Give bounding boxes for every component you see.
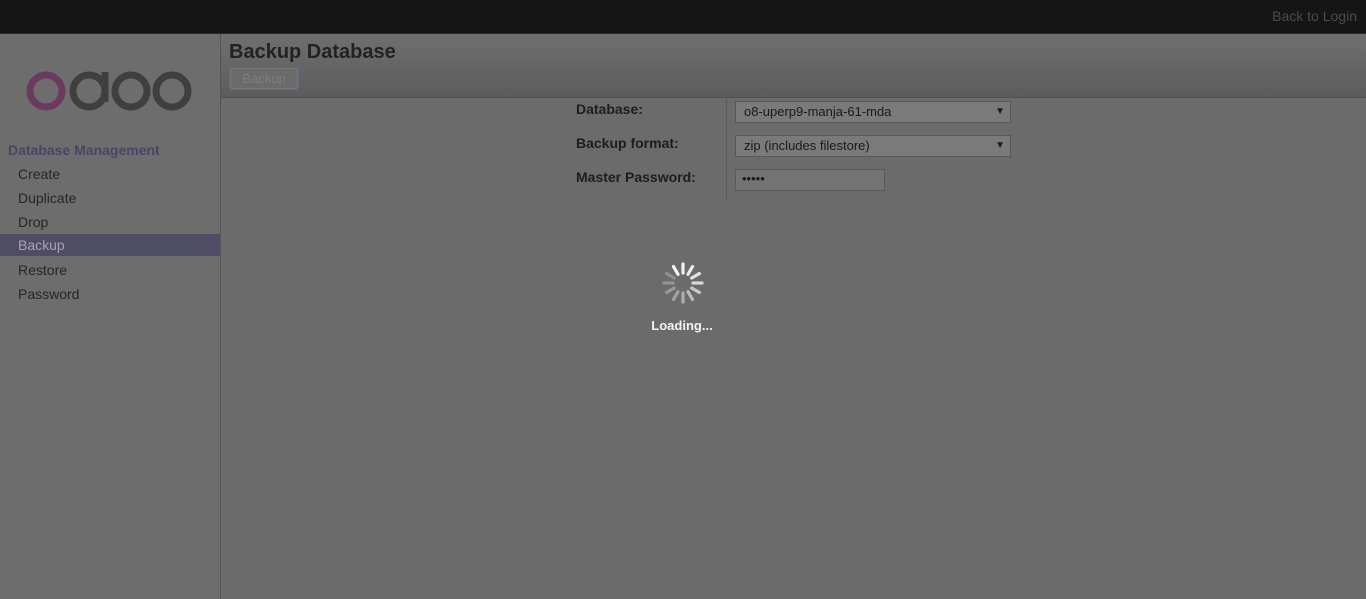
- form-divider: [726, 98, 727, 200]
- backup-format-value: zip (includes filestore): [744, 138, 870, 153]
- sidebar-item-duplicate[interactable]: Duplicate: [0, 187, 220, 209]
- master-password-label: Master Password:: [576, 169, 696, 185]
- backup-button[interactable]: Backup: [229, 67, 299, 90]
- backup-format-label: Backup format:: [576, 135, 679, 151]
- sidebar-item-password[interactable]: Password: [0, 283, 220, 305]
- sidebar-heading: Database Management: [8, 142, 160, 158]
- odoo-logo: [26, 71, 192, 111]
- database-select[interactable]: o8-uperp9-manja-61-mda ▼: [735, 101, 1011, 123]
- master-password-input[interactable]: •••••: [735, 169, 885, 191]
- database-label: Database:: [576, 101, 643, 117]
- loading-spinner-icon: [662, 262, 704, 304]
- page-title: Backup Database: [229, 41, 396, 63]
- top-bar: Back to Login: [0, 0, 1366, 34]
- back-to-login-link[interactable]: Back to Login: [1272, 8, 1357, 24]
- sidebar-item-restore[interactable]: Restore: [0, 259, 220, 281]
- dropdown-arrow-icon: ▼: [995, 140, 1005, 151]
- page-header: Backup Database Backup: [221, 34, 1366, 98]
- loading-text: Loading...: [651, 318, 713, 333]
- sidebar-item-drop[interactable]: Drop: [0, 211, 220, 233]
- dropdown-arrow-icon: ▼: [995, 106, 1005, 117]
- sidebar: Database Management Create Duplicate Dro…: [0, 34, 221, 599]
- database-select-value: o8-uperp9-manja-61-mda: [744, 104, 892, 119]
- sidebar-item-create[interactable]: Create: [0, 163, 220, 185]
- sidebar-item-backup[interactable]: Backup: [0, 234, 220, 256]
- backup-format-select[interactable]: zip (includes filestore) ▼: [735, 135, 1011, 157]
